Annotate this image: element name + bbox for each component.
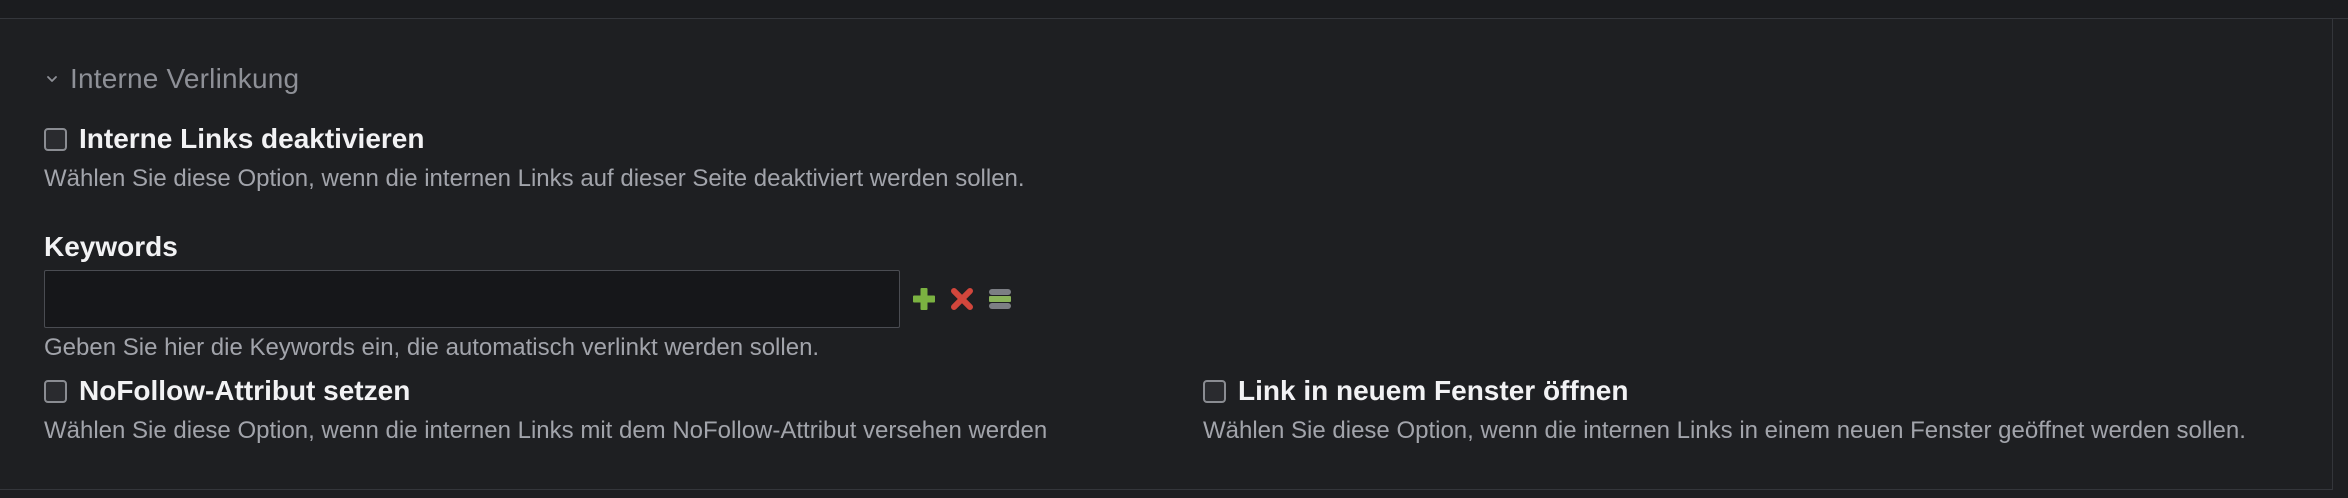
section-title: Interne Verlinkung bbox=[70, 63, 300, 94]
nofollow-label: NoFollow-Attribut setzen bbox=[79, 375, 411, 406]
keywords-label: Keywords bbox=[44, 231, 178, 262]
chevron-down-icon bbox=[44, 71, 60, 87]
disable-links-label: Interne Links deaktivieren bbox=[79, 123, 425, 154]
nofollow-help: Wählen Sie diese Option, wenn die intern… bbox=[44, 417, 1048, 444]
keywords-actions bbox=[910, 285, 1014, 313]
nofollow-checkbox[interactable] bbox=[44, 379, 67, 403]
page: Interne Verlinkung Interne Links deaktiv… bbox=[0, 0, 2348, 498]
top-panel-edge bbox=[0, 0, 2348, 19]
new-window-help: Wählen Sie diese Option, wenn die intern… bbox=[1203, 417, 2246, 444]
internal-linking-panel: Interne Verlinkung Interne Links deaktiv… bbox=[0, 19, 2333, 490]
disable-links-help: Wählen Sie diese Option, wenn die intern… bbox=[44, 165, 1025, 192]
new-window-checkbox[interactable] bbox=[1203, 379, 1226, 403]
new-window-label: Link in neuem Fenster öffnen bbox=[1238, 375, 1629, 406]
disable-links-checkbox[interactable] bbox=[44, 127, 67, 151]
stack-icon[interactable] bbox=[986, 285, 1014, 313]
plus-icon[interactable] bbox=[910, 285, 938, 313]
new-window-option: Link in neuem Fenster öffnen Wählen Sie … bbox=[1203, 375, 2246, 445]
nofollow-option: NoFollow-Attribut setzen Wählen Sie dies… bbox=[44, 375, 1047, 445]
keywords-help: Geben Sie hier die Keywords ein, die aut… bbox=[44, 334, 820, 361]
disable-links-option: Interne Links deaktivieren Wählen Sie di… bbox=[44, 123, 1025, 193]
x-icon[interactable] bbox=[948, 285, 976, 313]
section-toggle[interactable]: Interne Verlinkung bbox=[44, 63, 299, 95]
keywords-input[interactable] bbox=[44, 270, 900, 328]
